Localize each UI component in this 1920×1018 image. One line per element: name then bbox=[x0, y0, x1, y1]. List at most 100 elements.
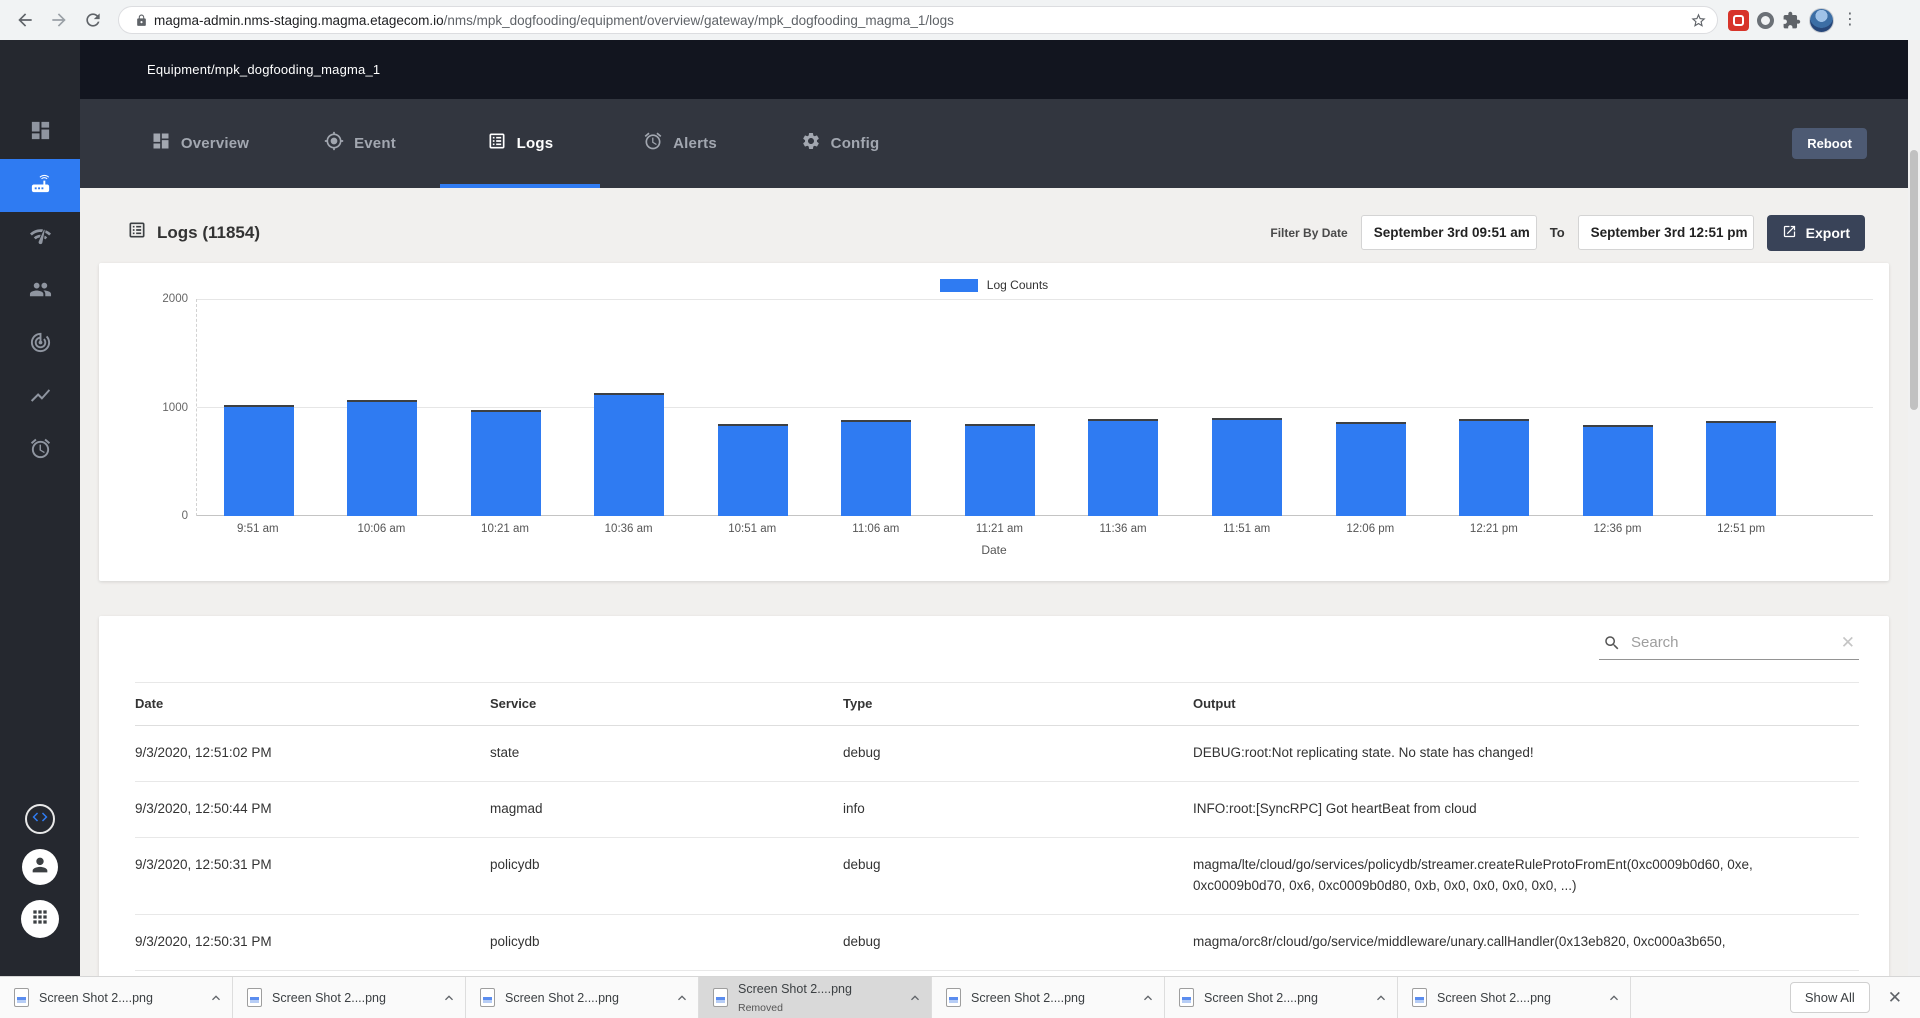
chevron-up-icon[interactable] bbox=[441, 990, 457, 1006]
profile-avatar[interactable] bbox=[1809, 7, 1834, 33]
forward-icon[interactable] bbox=[42, 3, 76, 37]
browser-menu-icon[interactable]: ⋮ bbox=[1842, 12, 1858, 28]
chart-bar-slot bbox=[321, 299, 445, 516]
scrollbar-thumb[interactable] bbox=[1910, 150, 1918, 410]
close-downloads-icon[interactable]: ✕ bbox=[1888, 988, 1902, 1008]
sidebar-item-dashboard[interactable] bbox=[0, 106, 80, 159]
chart-bar bbox=[347, 400, 418, 516]
cell-output: INFO:root:[SyncRPC] Got heartBeat from c… bbox=[1193, 781, 1859, 838]
legend-label: Log Counts bbox=[986, 278, 1049, 292]
api-code-button[interactable] bbox=[25, 804, 55, 834]
logs-content: Logs (11854) Filter By Date September 3r… bbox=[80, 188, 1908, 976]
tab-config[interactable]: Config bbox=[760, 99, 920, 188]
chart-legend: Log Counts bbox=[99, 277, 1889, 293]
chart-bar bbox=[1706, 421, 1777, 516]
search-icon bbox=[1605, 635, 1619, 649]
apps-grid-button[interactable] bbox=[21, 900, 59, 938]
sidebar bbox=[0, 40, 80, 976]
search-input[interactable] bbox=[1631, 634, 1831, 651]
chevron-up-icon[interactable] bbox=[907, 990, 923, 1006]
network-check-icon bbox=[29, 225, 52, 253]
open-in-new-icon bbox=[1782, 224, 1797, 242]
scrollbar-track[interactable] bbox=[1908, 40, 1920, 976]
dashboard-icon bbox=[151, 131, 171, 156]
chevron-up-icon[interactable] bbox=[1373, 990, 1389, 1006]
reboot-button[interactable]: Reboot bbox=[1792, 128, 1867, 159]
chart-bar bbox=[1459, 419, 1530, 516]
date-to-input[interactable]: September 3rd 12:51 pm bbox=[1577, 215, 1754, 250]
chart-plot-area bbox=[196, 299, 1873, 516]
sidebar-item-network[interactable] bbox=[0, 212, 80, 265]
sidebar-bottom bbox=[21, 804, 59, 976]
chevron-up-icon[interactable] bbox=[1140, 990, 1156, 1006]
chart-x-tick: 11:21 am bbox=[975, 523, 1024, 535]
cell-type: info bbox=[843, 781, 1193, 838]
cell-output: DEBUG:root:Not replicating state. No sta… bbox=[1193, 725, 1859, 782]
chart-x-tick: 9:51 am bbox=[237, 523, 279, 535]
download-item-removed[interactable]: Screen Shot 2....png Removed bbox=[699, 977, 932, 1018]
y-tick: 2000 bbox=[162, 293, 188, 305]
reload-icon[interactable] bbox=[76, 3, 110, 37]
file-icon bbox=[247, 988, 262, 1007]
sidebar-item-tracking[interactable] bbox=[0, 318, 80, 371]
bookmark-star-icon[interactable] bbox=[1690, 12, 1707, 29]
cell-service: policydb bbox=[490, 837, 843, 915]
chart-bar bbox=[1212, 418, 1283, 516]
list-icon bbox=[487, 131, 507, 156]
extensions-puzzle-icon[interactable] bbox=[1782, 11, 1801, 30]
person-icon bbox=[29, 854, 51, 881]
chart-bar-slot bbox=[444, 299, 568, 516]
chart-bar-slot bbox=[1309, 299, 1433, 516]
back-icon[interactable] bbox=[8, 3, 42, 37]
chart-bar bbox=[223, 405, 294, 516]
router-icon bbox=[29, 172, 52, 200]
chevron-up-icon[interactable] bbox=[1606, 990, 1622, 1006]
file-icon bbox=[1412, 988, 1427, 1007]
to-label: To bbox=[1549, 225, 1565, 240]
list-icon bbox=[127, 220, 147, 245]
export-button[interactable]: Export bbox=[1766, 214, 1865, 251]
alarm-clock-icon bbox=[29, 437, 52, 465]
search-box: ✕ bbox=[1599, 626, 1859, 660]
download-item[interactable]: Screen Shot 2....png bbox=[233, 977, 466, 1018]
sidebar-item-alerts[interactable] bbox=[0, 424, 80, 477]
show-all-button[interactable]: Show All bbox=[1789, 982, 1870, 1013]
y-tick: 1000 bbox=[162, 401, 188, 414]
cell-service: state bbox=[490, 725, 843, 782]
filter-by-date-label: Filter By Date bbox=[1270, 225, 1348, 240]
chart-bar bbox=[964, 423, 1035, 516]
cell-output: magma/lte/cloud/go/services/policydb/str… bbox=[1193, 837, 1859, 915]
account-button[interactable] bbox=[22, 849, 58, 885]
tab-alerts[interactable]: Alerts bbox=[600, 99, 760, 188]
tab-overview[interactable]: Overview bbox=[120, 99, 280, 188]
cell-service: magmad bbox=[490, 781, 843, 838]
extension-icon[interactable] bbox=[1728, 9, 1749, 31]
url-bar[interactable]: magma-admin.nms-staging.magma.etagecom.i… bbox=[118, 6, 1718, 34]
chart-x-tick: 11:36 am bbox=[1099, 523, 1147, 535]
download-item[interactable]: Screen Shot 2....png bbox=[0, 977, 233, 1018]
sidebar-item-metrics[interactable] bbox=[0, 371, 80, 424]
chart-bar-slot bbox=[938, 299, 1062, 516]
col-header-service: Service bbox=[490, 682, 843, 726]
download-item[interactable]: Screen Shot 2....png bbox=[466, 977, 699, 1018]
chart-x-tick: 12:51 pm bbox=[1717, 523, 1766, 535]
chart-bars bbox=[197, 299, 1803, 516]
sidebar-item-equipment[interactable] bbox=[0, 159, 80, 212]
tab-logs[interactable]: Logs bbox=[440, 99, 600, 188]
cell-date: 9/3/2020, 12:51:02 PM bbox=[135, 725, 490, 782]
download-item[interactable]: Screen Shot 2....png bbox=[1398, 977, 1631, 1018]
tab-event[interactable]: Event bbox=[280, 99, 440, 188]
chevron-up-icon[interactable] bbox=[674, 990, 690, 1006]
sidebar-item-subscribers[interactable] bbox=[0, 265, 80, 318]
download-item[interactable]: Screen Shot 2....png bbox=[1165, 977, 1398, 1018]
chart-x-tick: 11:06 am bbox=[852, 523, 900, 535]
chevron-up-icon[interactable] bbox=[208, 990, 224, 1006]
chart-x-tick: 10:06 am bbox=[357, 523, 406, 535]
y-tick: 0 bbox=[181, 510, 188, 522]
log-chart-card: Log Counts 2000 1000 0 9:51 am 10:06 am … bbox=[99, 263, 1889, 581]
page-title: Logs (11854) bbox=[157, 222, 260, 242]
download-item[interactable]: Screen Shot 2....png bbox=[932, 977, 1165, 1018]
extension-ring-icon[interactable] bbox=[1757, 11, 1774, 29]
clear-search-icon[interactable]: ✕ bbox=[1841, 634, 1855, 651]
date-from-input[interactable]: September 3rd 09:51 am bbox=[1360, 215, 1537, 250]
